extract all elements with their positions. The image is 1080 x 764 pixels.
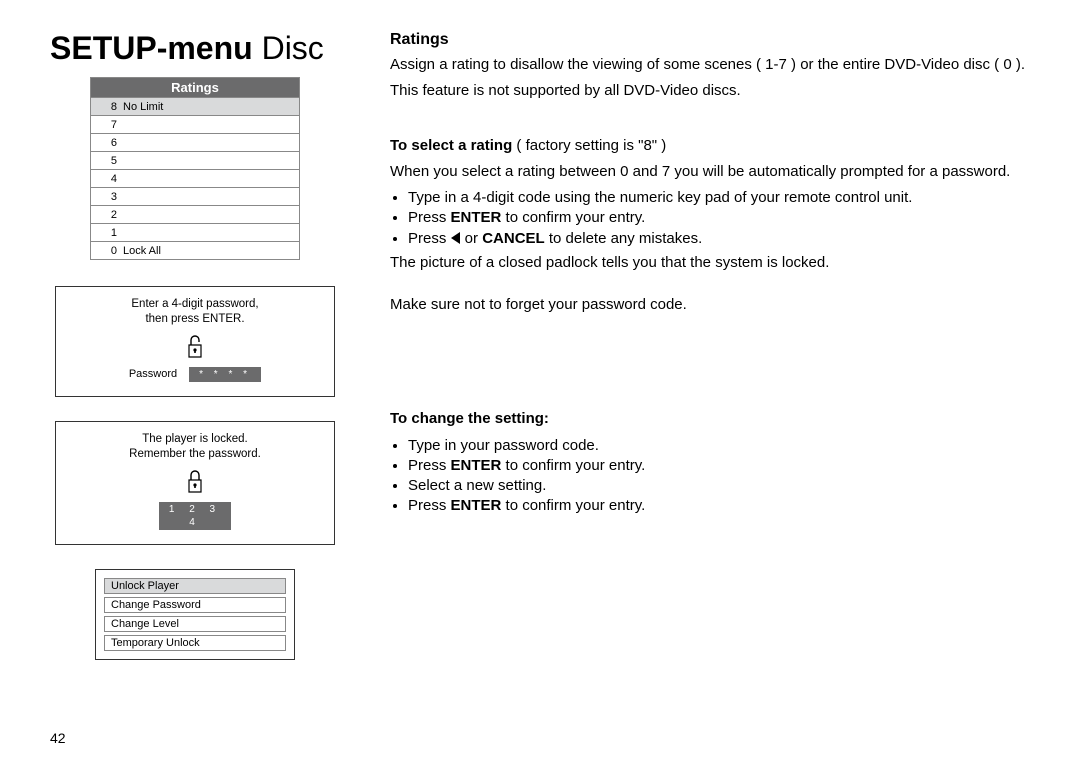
list-item: Press ENTER to confirm your entry. — [408, 208, 1030, 228]
enter-password-panel: Enter a 4-digit password, then press ENT… — [55, 286, 335, 397]
ratings-row: 0 Lock All — [90, 242, 300, 260]
ratings-row: 7 — [90, 116, 300, 134]
lock-icon — [185, 468, 205, 494]
ratings-row-label: Lock All — [123, 245, 161, 257]
bullet-list: Type in a 4-digit code using the numeric… — [390, 188, 1030, 249]
body-text: Make sure not to forget your password co… — [390, 295, 1030, 315]
page-title-light: Disc — [253, 30, 324, 66]
option-item: Unlock Player — [104, 578, 286, 594]
subheading: To change the setting: — [390, 409, 1030, 429]
list-item: Type in your password code. — [408, 436, 1030, 456]
page-title: SETUP-menu Disc — [50, 30, 324, 66]
ratings-menu: Ratings 8 No Limit 7 6 5 4 3 — [90, 77, 300, 260]
ratings-row-num: 8 — [91, 101, 123, 113]
list-item: Press ENTER to confirm your entry. — [408, 456, 1030, 476]
ratings-row-label: No Limit — [123, 101, 163, 113]
panel-message: Enter a 4-digit password, then press ENT… — [64, 297, 326, 327]
ratings-row: 4 — [90, 170, 300, 188]
ratings-row: 1 — [90, 224, 300, 242]
option-item: Change Password — [104, 597, 286, 613]
list-item: Select a new setting. — [408, 476, 1030, 496]
manual-page: SETUP-menu Disc Ratings 8 No Limit 7 6 5 — [0, 0, 1080, 764]
ratings-row-num: 1 — [91, 227, 123, 239]
ratings-row: 6 — [90, 134, 300, 152]
body-text: This feature is not supported by all DVD… — [390, 81, 1030, 101]
left-column: Ratings 8 No Limit 7 6 5 4 3 — [50, 77, 340, 660]
ratings-row: 2 — [90, 206, 300, 224]
ratings-row-num: 2 — [91, 209, 123, 221]
ratings-row-num: 7 — [91, 119, 123, 131]
body-text: Assign a rating to disallow the viewing … — [390, 55, 1030, 75]
password-label: Password — [129, 367, 177, 381]
ratings-row: 3 — [90, 188, 300, 206]
bullet-list: Type in your password code. Press ENTER … — [390, 436, 1030, 517]
body-text: The picture of a closed padlock tells yo… — [390, 253, 1030, 273]
right-column: Ratings Assign a rating to disallow the … — [390, 77, 1040, 660]
list-item: Press ENTER to confirm your entry. — [408, 496, 1030, 516]
options-panel: Unlock Player Change Password Change Lev… — [95, 569, 295, 660]
ratings-row-num: 0 — [91, 245, 123, 257]
password-field: * * * * — [189, 367, 261, 382]
panel-message: The player is locked. Remember the passw… — [64, 432, 326, 462]
locked-panel: The player is locked. Remember the passw… — [55, 421, 335, 545]
list-item: Press or CANCEL to delete any mistakes. — [408, 229, 1030, 249]
left-arrow-icon — [451, 232, 460, 244]
ratings-row: 5 — [90, 152, 300, 170]
ratings-row-num: 6 — [91, 137, 123, 149]
option-item: Temporary Unlock — [104, 635, 286, 651]
ratings-row-num: 4 — [91, 173, 123, 185]
ratings-row-num: 3 — [91, 191, 123, 203]
page-title-bold: SETUP-menu — [50, 30, 253, 66]
section-heading: Ratings — [390, 31, 1030, 49]
password-value: 1 2 3 4 — [159, 502, 231, 530]
ratings-row-num: 5 — [91, 155, 123, 167]
body-text: When you select a rating between 0 and 7… — [390, 162, 1030, 182]
unlock-icon — [185, 333, 205, 359]
option-item: Change Level — [104, 616, 286, 632]
ratings-row: 8 No Limit — [90, 98, 300, 116]
ratings-menu-header: Ratings — [90, 77, 300, 98]
list-item: Type in a 4-digit code using the numeric… — [408, 188, 1030, 208]
subheading: To select a rating ( factory setting is … — [390, 136, 1030, 156]
page-number: 42 — [50, 730, 66, 746]
